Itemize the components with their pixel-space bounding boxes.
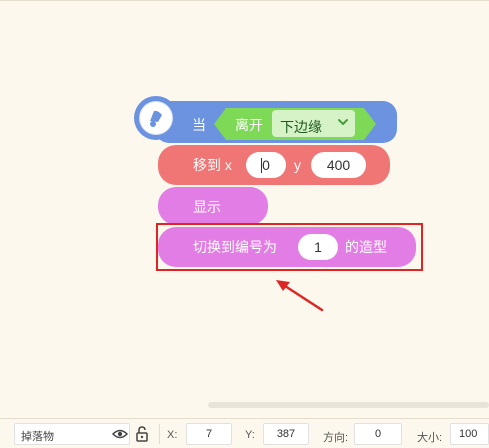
direction-input[interactable]: 0 <box>354 423 402 445</box>
move-to-x-label: 移到 x <box>193 157 232 173</box>
sprite-bell-icon <box>140 102 172 134</box>
leave-label: 离开 <box>235 117 263 133</box>
y-coord-label: Y: <box>245 429 255 441</box>
top-border <box>0 0 489 1</box>
x-coord-input[interactable]: 7 <box>186 423 232 445</box>
text-cursor <box>261 158 262 173</box>
x-coord-label: X: <box>167 429 178 441</box>
unlock-icon[interactable] <box>135 426 149 442</box>
y-input[interactable]: 400 <box>311 152 366 178</box>
size-input[interactable]: 100 <box>450 423 489 445</box>
when-label: 当 <box>192 117 206 133</box>
size-label: 大小: <box>417 432 443 444</box>
chevron-down-icon[interactable] <box>336 114 350 130</box>
eye-icon[interactable] <box>112 428 128 440</box>
x-input[interactable]: 0 <box>246 152 286 178</box>
y-coord-input[interactable]: 387 <box>263 423 309 445</box>
edge-dropdown-value: 下边缘 <box>280 119 322 135</box>
divider <box>159 424 160 444</box>
show-label: 显示 <box>193 199 221 215</box>
highlight-box <box>156 223 423 271</box>
annotation-arrow-icon <box>276 280 324 312</box>
direction-label: 方向: <box>323 432 349 444</box>
y-label: y <box>294 157 301 173</box>
horizontal-scrollbar[interactable] <box>208 402 489 408</box>
